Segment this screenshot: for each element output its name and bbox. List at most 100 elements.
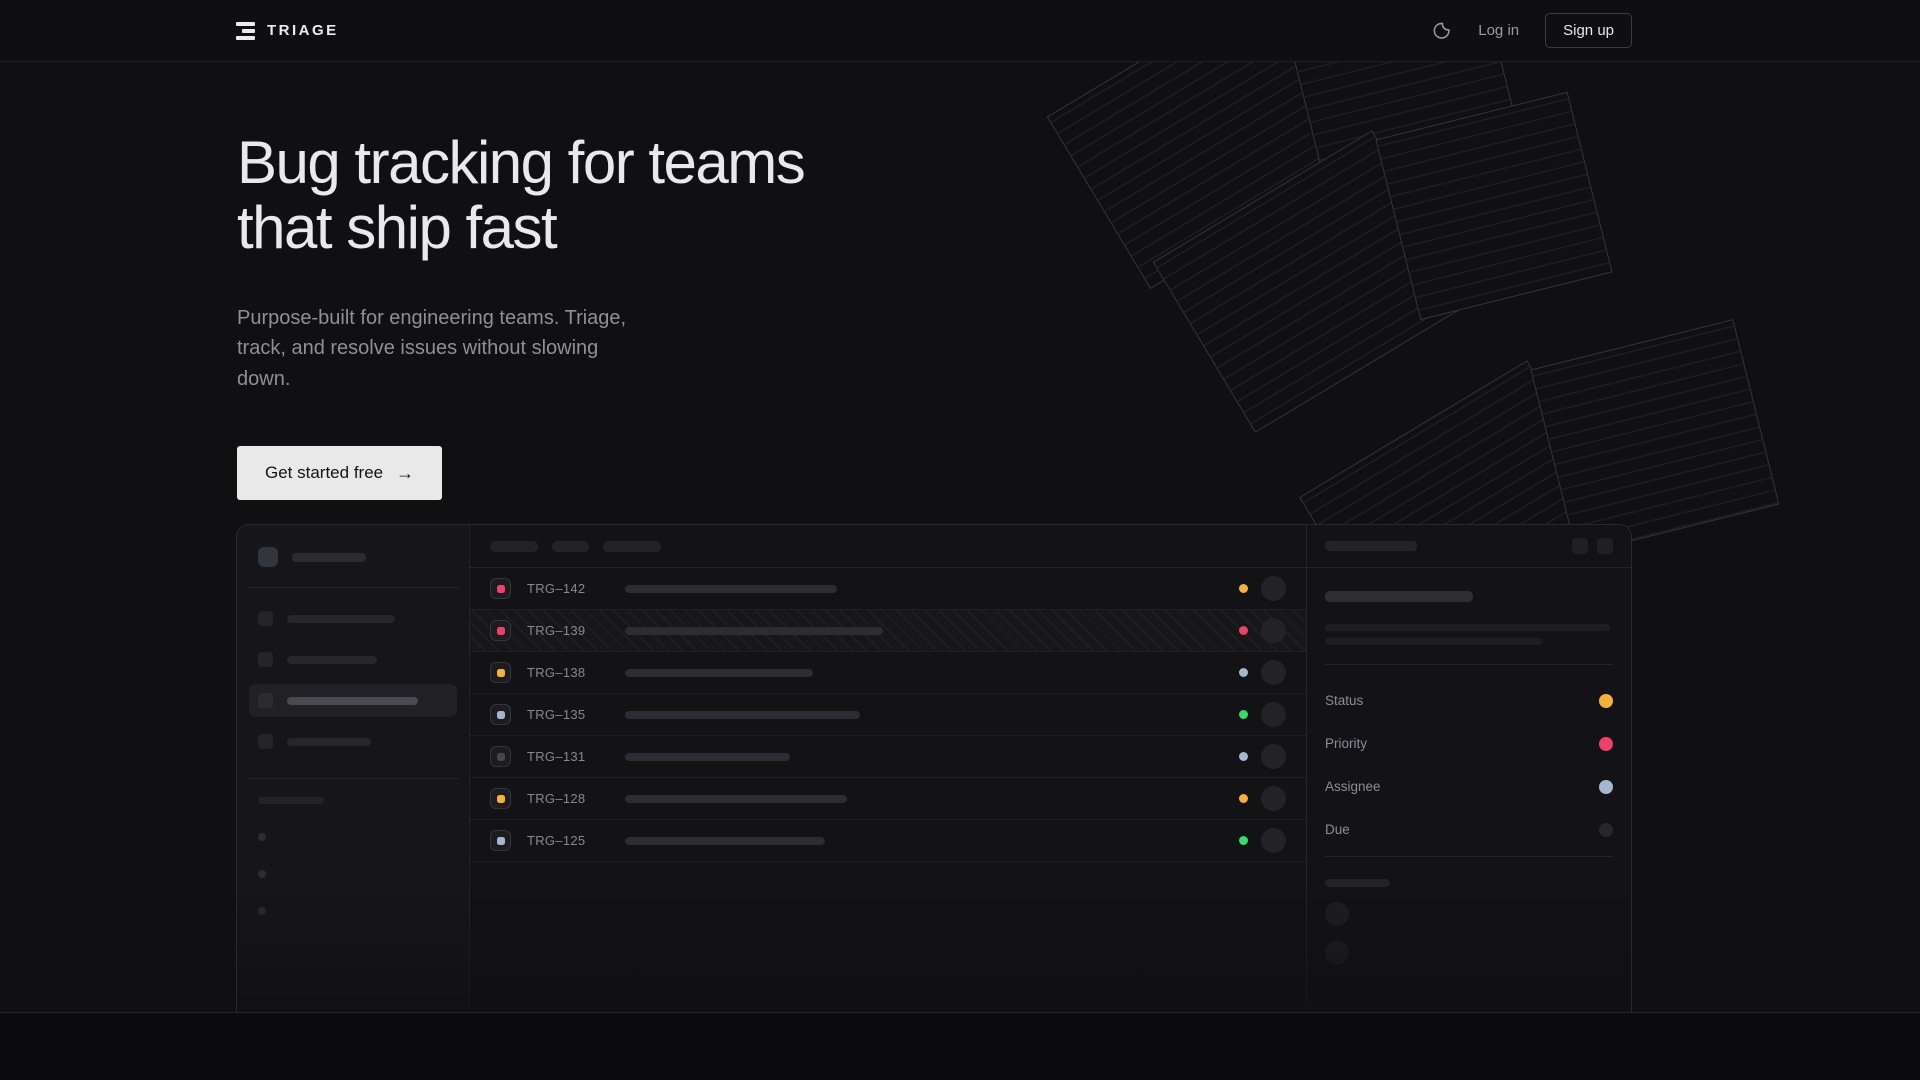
issue-type-icon	[490, 662, 511, 683]
issue-row: TRG–135	[470, 694, 1306, 736]
panel-action-icon	[1572, 538, 1588, 554]
issue-id: TRG–135	[527, 707, 589, 722]
skeleton-issue-title	[625, 753, 790, 761]
get-started-label: Get started free	[265, 463, 383, 483]
comment-avatar	[1325, 941, 1349, 965]
sidebar-nav-item	[249, 725, 457, 758]
detail-field-row: Status	[1325, 693, 1613, 708]
assignee-avatar	[1261, 660, 1286, 685]
sidebar-dot-item	[258, 907, 266, 915]
comment-avatar	[1325, 902, 1349, 926]
nav-item-icon	[258, 652, 273, 667]
field-value-dot	[1599, 823, 1613, 837]
issue-id: TRG–142	[527, 581, 589, 596]
issue-type-icon	[490, 704, 511, 725]
issue-type-icon	[490, 620, 511, 641]
detail-panel-header	[1307, 525, 1631, 568]
hero-subtitle: Purpose-built for engineering teams. Tri…	[237, 303, 657, 394]
issue-id: TRG–125	[527, 833, 589, 848]
mockup-detail-panel: Status Priority Assignee Due	[1307, 525, 1631, 1013]
issue-type-icon	[490, 578, 511, 599]
issue-rows: TRG–142 TRG–139 TRG–138 TRG–135 TRG–131	[470, 568, 1306, 862]
skeleton-bar	[287, 656, 377, 664]
triage-logo-icon	[236, 22, 255, 40]
get-started-button[interactable]: Get started free →	[237, 446, 442, 500]
status-dot	[1239, 836, 1248, 845]
skeleton-pill	[552, 541, 589, 552]
skeleton-bar	[258, 797, 324, 804]
skeleton-pill	[603, 541, 661, 552]
field-value-dot	[1599, 737, 1613, 751]
status-dot	[1239, 794, 1248, 803]
field-label: Due	[1325, 822, 1350, 837]
issue-type-icon	[490, 788, 511, 809]
page-title: Bug tracking for teams that ship fast	[237, 130, 1920, 261]
skeleton-bar	[287, 615, 395, 623]
mockup-issue-list: TRG–142 TRG–139 TRG–138 TRG–135 TRG–131	[470, 525, 1307, 1013]
theme-toggle[interactable]	[1430, 20, 1452, 42]
page-title-line2: that ship fast	[237, 195, 1920, 260]
assignee-avatar	[1261, 828, 1286, 853]
skeleton-title-bar	[1325, 591, 1473, 602]
field-label: Status	[1325, 693, 1363, 708]
sidebar-dot-item	[258, 833, 266, 841]
nav-item-icon	[258, 693, 273, 708]
brand-name: TRIAGE	[267, 22, 339, 39]
detail-field-row: Priority	[1325, 736, 1613, 751]
divider	[1325, 856, 1613, 857]
issue-row: TRG–131	[470, 736, 1306, 778]
detail-field-row: Assignee	[1325, 779, 1613, 794]
skeleton-issue-title	[625, 837, 825, 845]
login-link[interactable]: Log in	[1478, 22, 1519, 39]
skeleton-issue-title	[625, 711, 860, 719]
skeleton-issue-title	[625, 627, 883, 635]
issue-type-icon	[490, 746, 511, 767]
nav-actions: Log in Sign up	[1430, 13, 1632, 48]
app-mockup: TRG–142 TRG–139 TRG–138 TRG–135 TRG–131	[236, 524, 1632, 1013]
issue-list-toolbar	[470, 525, 1306, 568]
assignee-avatar	[1261, 576, 1286, 601]
field-label: Assignee	[1325, 779, 1381, 794]
brand-logo[interactable]: TRIAGE	[236, 22, 339, 40]
page-title-line1: Bug tracking for teams	[237, 130, 1920, 195]
issue-type-icon	[490, 830, 511, 851]
status-dot	[1239, 584, 1248, 593]
field-label: Priority	[1325, 736, 1367, 751]
divider	[1325, 664, 1613, 665]
issue-id: TRG–131	[527, 749, 589, 764]
detail-panel-body: Status Priority Assignee Due	[1307, 568, 1631, 965]
issue-row: TRG–125	[470, 820, 1306, 862]
mockup-workspace-switcher	[249, 545, 457, 587]
status-dot	[1239, 710, 1248, 719]
status-dot	[1239, 752, 1248, 761]
issue-row: TRG–139	[470, 610, 1306, 652]
skeleton-issue-title	[625, 669, 813, 677]
issue-row: TRG–128	[470, 778, 1306, 820]
sidebar-nav-item-active	[249, 684, 457, 717]
mockup-sidebar-nav	[249, 588, 457, 778]
skeleton-bar	[292, 553, 366, 562]
skeleton-bar	[1325, 879, 1390, 887]
skeleton-issue-title	[625, 795, 847, 803]
nav-item-icon	[258, 734, 273, 749]
skeleton-bar	[1325, 541, 1417, 551]
panel-action-icon	[1597, 538, 1613, 554]
assignee-avatar	[1261, 786, 1286, 811]
sidebar-nav-item	[249, 643, 457, 676]
workspace-avatar	[258, 547, 278, 567]
skeleton-pill	[490, 541, 538, 552]
mockup-sidebar-section	[249, 779, 457, 915]
detail-field-row: Due	[1325, 822, 1613, 837]
mockup-sidebar	[237, 525, 470, 1013]
assignee-avatar	[1261, 744, 1286, 769]
signup-button[interactable]: Sign up	[1545, 13, 1632, 48]
issue-id: TRG–139	[527, 623, 589, 638]
field-value-dot	[1599, 694, 1613, 708]
skeleton-bar	[287, 738, 371, 746]
detail-panel-actions	[1572, 538, 1613, 554]
issue-id: TRG–128	[527, 791, 589, 806]
field-value-dot	[1599, 780, 1613, 794]
issue-row: TRG–142	[470, 568, 1306, 610]
nav-item-icon	[258, 611, 273, 626]
hero-section: Bug tracking for teams that ship fast Pu…	[0, 62, 1920, 1013]
